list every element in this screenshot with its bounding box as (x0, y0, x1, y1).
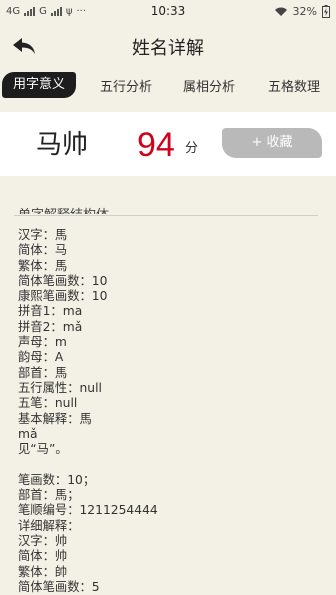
detail-line: 汉字：馬 (18, 228, 68, 242)
tab-zodiac[interactable]: 属相分析 (183, 76, 235, 95)
section-title: 单字解释结构体 (18, 204, 109, 214)
tab-five-grids[interactable]: 五格数理 (268, 76, 320, 95)
detail-line: 简体笔画数：5 (18, 579, 100, 594)
detail-line: 简体：马 (18, 243, 68, 258)
detail-line: 汉字：帅 (18, 533, 68, 548)
detail-line: 部首：馬； (18, 488, 80, 503)
score-unit: 分 (185, 141, 199, 156)
page-title: 姓名详解 (132, 38, 204, 59)
tab-character-meaning[interactable]: 用字意义 (2, 72, 76, 98)
status-bar: 4G G ψ ··· 10:33 32% (0, 0, 336, 24)
detail-line: 简体笔画数：10 (18, 273, 108, 288)
detail-line: 拼音2：mǎ (18, 319, 83, 334)
divider (14, 215, 318, 216)
battery-percent: 32% (292, 5, 317, 18)
detail-line: 详细解释： (18, 518, 80, 533)
detail-line (18, 457, 318, 472)
detail-line: 五行属性：null (18, 380, 102, 395)
detail-line: 繁体：馬 (18, 258, 68, 273)
detail-line: 部首：馬 (18, 365, 68, 380)
name-text: 马帅 (36, 130, 89, 160)
detail-line: 康熙笔画数：10 (18, 289, 108, 304)
detail-line: 韵母：A (18, 350, 64, 365)
status-right: 32% (274, 5, 330, 18)
detail-line: 五笔：null (18, 396, 78, 411)
tab-bar: 用字意义 五行分析 属相分析 五格数理 (0, 70, 336, 102)
score-value: 94 (137, 126, 175, 164)
detail-line: 拼音1：ma (18, 304, 83, 319)
detail-line: mǎ (18, 426, 38, 441)
nav-bar: 姓名详解 (0, 24, 336, 68)
detail-line: 简体：帅 (18, 549, 68, 564)
detail-line: 见“马”。 (18, 442, 68, 457)
detail-line: 基本解释：馬 (18, 411, 92, 426)
detail-line: 繁体：帥 (18, 564, 68, 579)
detail-line: 笔画数：10； (18, 472, 96, 487)
wifi-icon (274, 7, 287, 16)
tab-five-elements[interactable]: 五行分析 (100, 76, 152, 95)
detail-text: 汉字：馬 简体：马 繁体：馬 简体笔画数：10 康熙笔画数：10 拼音1：ma 拼音2：mǎ… (18, 228, 318, 595)
detail-line: 声母：m (18, 335, 67, 350)
detail-line: 笔顺编号：1211254444 (18, 503, 158, 518)
battery-icon (322, 5, 330, 18)
favorite-button[interactable]: + 收藏 (222, 128, 322, 158)
name-summary-card: 马帅 94 分 + 收藏 (0, 112, 336, 176)
